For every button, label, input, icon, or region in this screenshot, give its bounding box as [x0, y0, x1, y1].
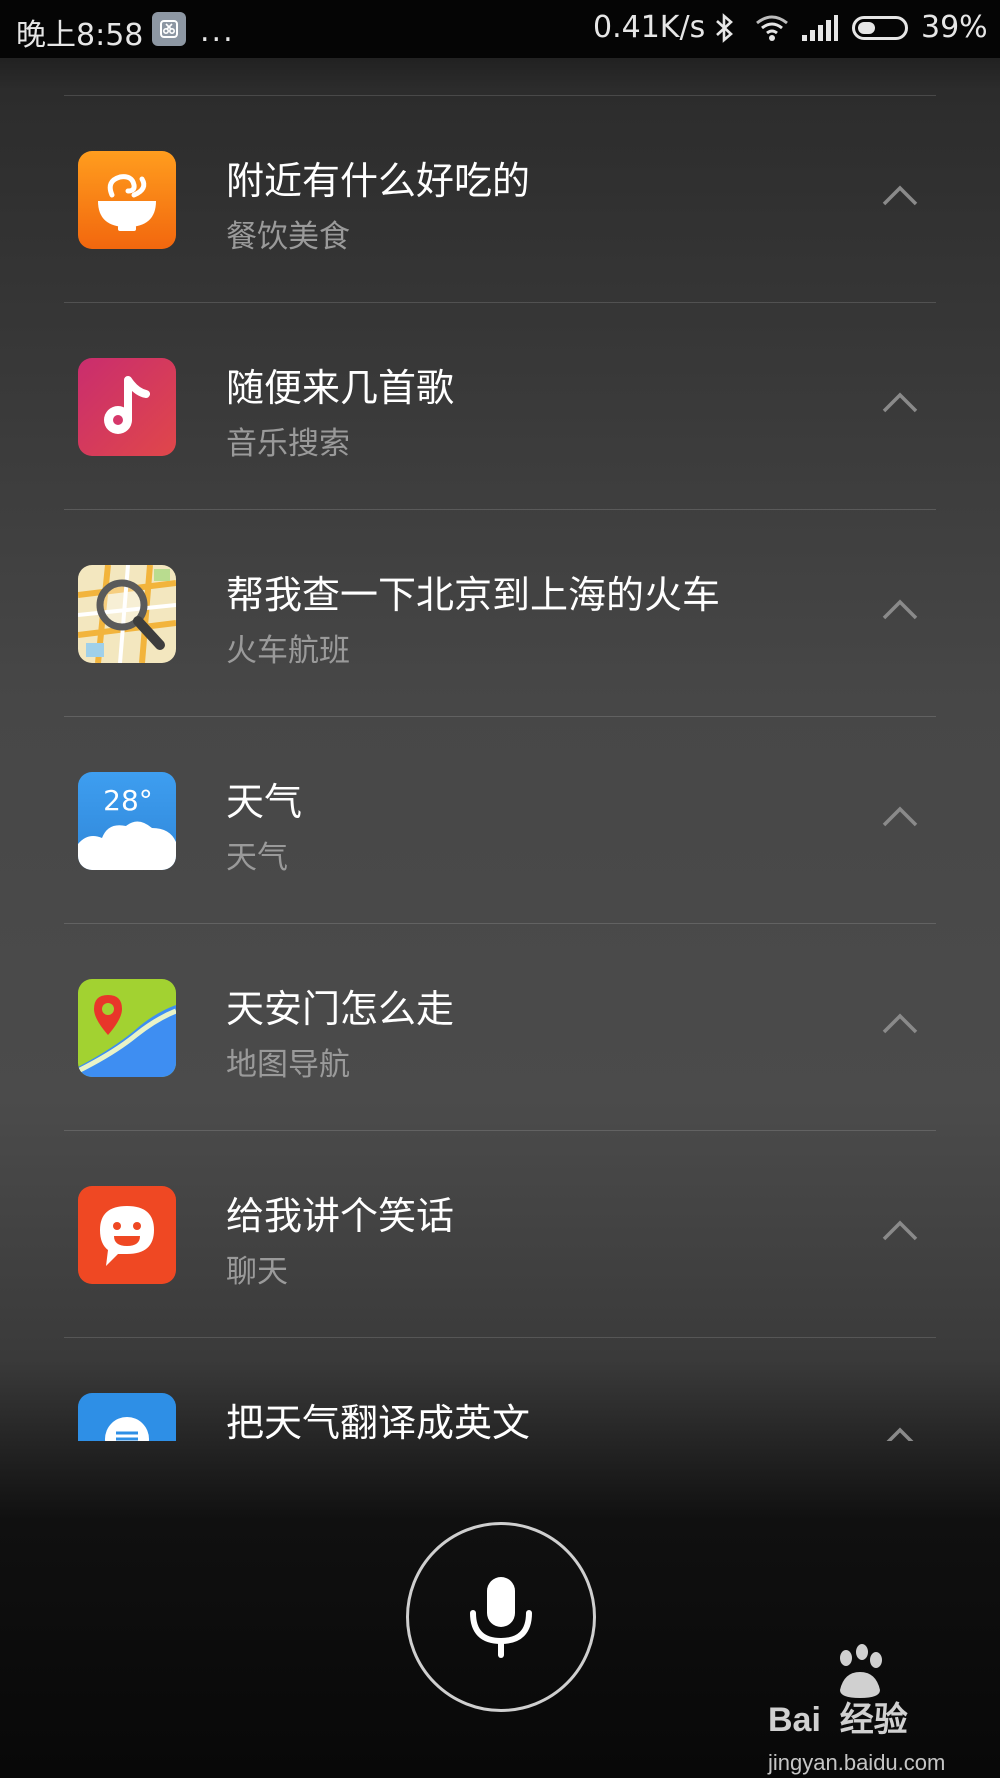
- item-title: 把天气翻译成英文: [226, 1401, 531, 1441]
- list-item[interactable]: 28° 天气 天气: [64, 717, 936, 924]
- list-item[interactable]: 附近有什么好吃的 餐饮美食: [64, 96, 936, 303]
- weather-temperature: 28°: [103, 784, 153, 817]
- food-bowl-icon: [78, 151, 176, 249]
- map-search-icon: [78, 565, 176, 663]
- bluetooth-icon: [713, 12, 735, 48]
- status-time: 晚上8:58: [16, 18, 144, 53]
- chevron-up-icon[interactable]: [882, 391, 918, 417]
- list-item[interactable]: 帮我查一下北京到上海的火车 火车航班: [64, 510, 936, 717]
- chevron-up-icon[interactable]: [882, 184, 918, 210]
- translate-icon: [78, 1393, 176, 1441]
- item-title: 天气: [226, 780, 303, 824]
- chevron-up-icon[interactable]: [882, 1426, 918, 1441]
- signal-icon: [802, 14, 838, 46]
- voice-input-button[interactable]: [406, 1522, 596, 1712]
- chevron-up-icon[interactable]: [882, 598, 918, 624]
- item-category: 餐饮美食: [226, 219, 350, 255]
- item-title: 给我讲个笑话: [226, 1194, 455, 1238]
- suggestion-list[interactable]: 附近有什么好吃的 餐饮美食 随便来几首歌 音乐搜索 帮我查一下北京到上海的火车 …: [64, 95, 936, 1441]
- item-title: 附近有什么好吃的: [226, 159, 531, 203]
- list-item[interactable]: 把天气翻译成英文: [64, 1338, 936, 1441]
- microphone-icon: [470, 1577, 532, 1658]
- list-item[interactable]: 天安门怎么走 地图导航: [64, 924, 936, 1131]
- status-bar: 晚上8:58 ... 0.41K/s 39%: [0, 0, 1000, 58]
- battery-fill: [858, 22, 875, 34]
- item-category: 天气: [226, 840, 288, 876]
- item-title: 随便来几首歌: [226, 366, 455, 410]
- item-category: 地图导航: [226, 1047, 350, 1083]
- network-speed: 0.41K/s: [593, 10, 706, 45]
- watermark-url: jingyan.baidu.com: [768, 1750, 946, 1775]
- more-notifications-icon: ...: [200, 14, 235, 49]
- wifi-icon: [755, 14, 789, 46]
- chevron-up-icon[interactable]: [882, 805, 918, 831]
- battery-percent: 39%: [921, 10, 988, 45]
- list-item[interactable]: 随便来几首歌 音乐搜索: [64, 303, 936, 510]
- music-note-icon: [78, 358, 176, 456]
- notification-app-icon: [152, 12, 186, 46]
- battery-icon: [852, 16, 908, 40]
- watermark-brand: Bai 经验: [768, 1701, 908, 1739]
- item-category: 火车航班: [226, 633, 350, 669]
- chevron-up-icon[interactable]: [882, 1012, 918, 1038]
- item-category: 聊天: [226, 1254, 288, 1290]
- chevron-up-icon[interactable]: [882, 1219, 918, 1245]
- weather-icon: 28°: [78, 772, 176, 870]
- chat-face-icon: [78, 1186, 176, 1284]
- item-title: 帮我查一下北京到上海的火车: [226, 573, 721, 617]
- map-pin-icon: [78, 979, 176, 1077]
- item-category: 音乐搜索: [226, 426, 350, 462]
- list-item[interactable]: 给我讲个笑话 聊天: [64, 1131, 936, 1338]
- item-title: 天安门怎么走: [226, 987, 455, 1031]
